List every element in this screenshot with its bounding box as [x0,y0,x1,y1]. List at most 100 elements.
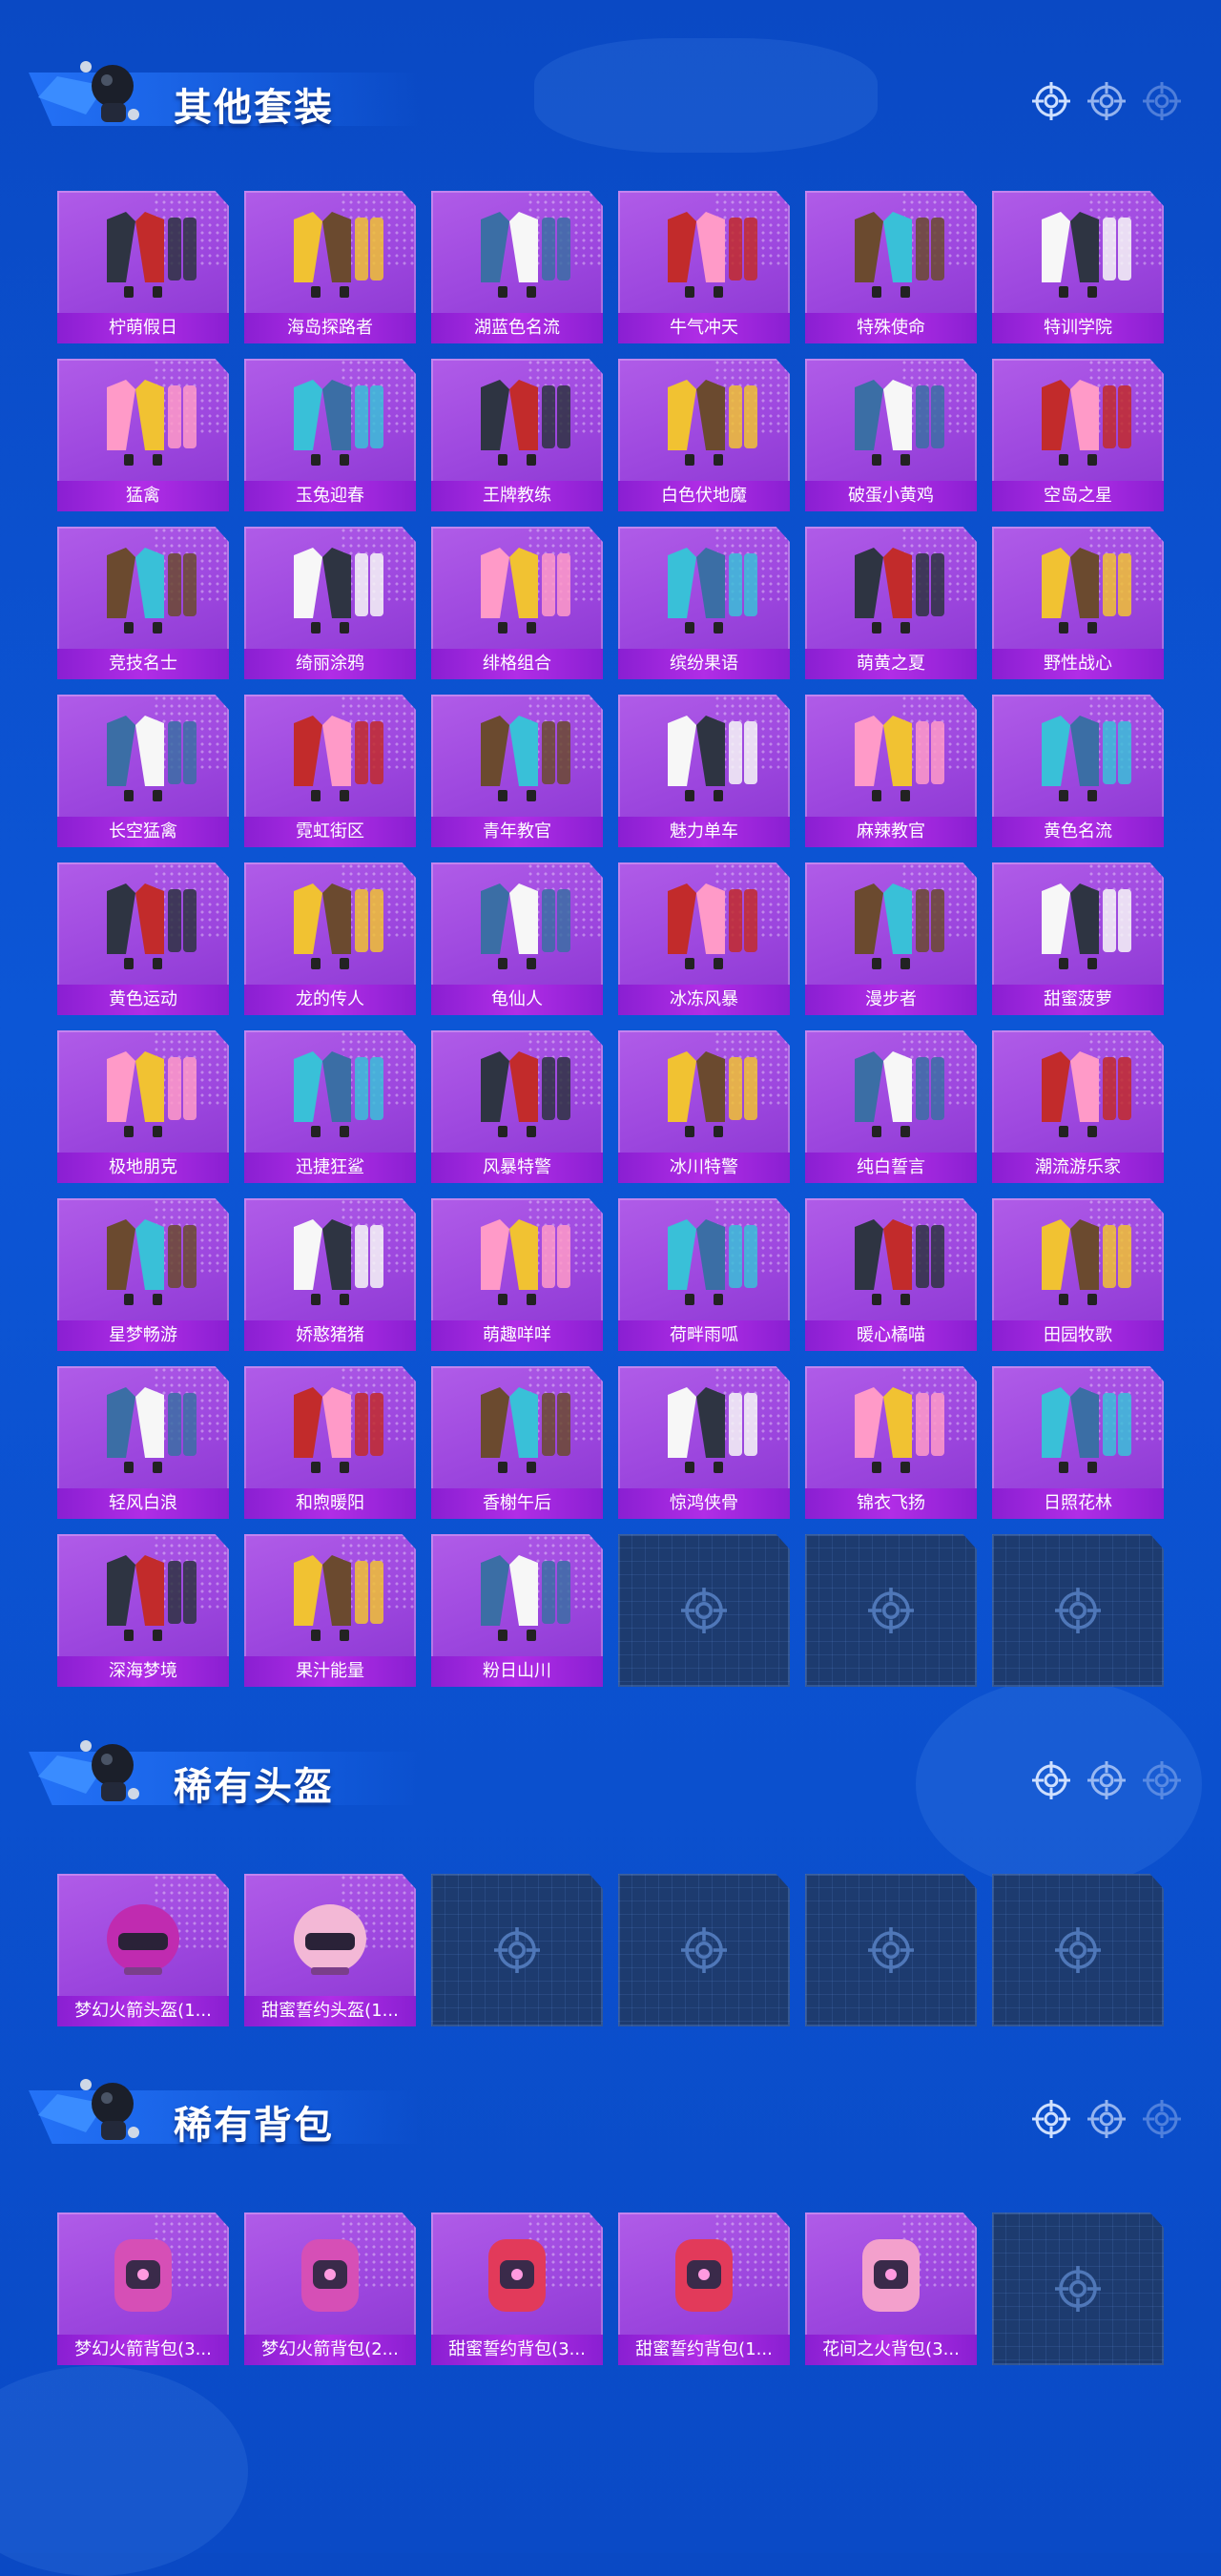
item-card[interactable]: 深海梦境 [57,1534,229,1687]
item-card[interactable]: 缤纷果语 [618,527,790,679]
item-label: 空岛之星 [992,481,1164,511]
item-card[interactable]: 特训学院 [992,191,1164,343]
item-label: 冰冻风暴 [618,985,790,1015]
item-label: 纯白誓言 [805,1153,977,1183]
item-label: 竞技名士 [57,649,229,679]
item-label: 和煦暖阳 [244,1488,416,1519]
item-card[interactable]: 破蛋小黄鸡 [805,359,977,511]
item-card[interactable]: 冰冻风暴 [618,862,790,1015]
item-card[interactable]: 暖心橘喵 [805,1198,977,1351]
empty-slot [992,1874,1164,2026]
item-label: 粉日山川 [431,1656,603,1687]
item-card[interactable]: 青年教官 [431,695,603,847]
item-card[interactable]: 荷畔雨呱 [618,1198,790,1351]
mascot-icon [38,61,139,122]
outfit-icon [1042,716,1131,801]
item-card[interactable]: 空岛之星 [992,359,1164,511]
backpack-icon [114,2239,172,2312]
item-card[interactable]: 甜蜜菠萝 [992,862,1164,1015]
item-card[interactable]: 田园牧歌 [992,1198,1164,1351]
item-label: 猛禽 [57,481,229,511]
item-card[interactable]: 和煦暖阳 [244,1366,416,1519]
item-card[interactable]: 甜蜜誓约背包(3... [431,2212,603,2365]
outfit-icon [1042,548,1131,634]
item-card[interactable]: 龙的传人 [244,862,416,1015]
item-card[interactable]: 梦幻火箭头盔(1... [57,1874,229,2026]
item-card[interactable]: 玉兔迎春 [244,359,416,511]
item-label: 绮丽涂鸦 [244,649,416,679]
item-label: 甜蜜誓约头盔(1... [244,1996,416,2026]
item-card[interactable]: 轻风白浪 [57,1366,229,1519]
item-label: 惊鸿侠骨 [618,1488,790,1519]
item-card[interactable]: 风暴特警 [431,1030,603,1183]
item-card[interactable]: 纯白誓言 [805,1030,977,1183]
item-card[interactable]: 香榭午后 [431,1366,603,1519]
item-card[interactable]: 果汁能量 [244,1534,416,1687]
crosshair-icon [494,1927,540,1973]
outfit-icon [855,1219,944,1305]
item-card[interactable]: 黄色名流 [992,695,1164,847]
outfit-icon [107,548,197,634]
item-card[interactable]: 日照花林 [992,1366,1164,1519]
item-label: 果汁能量 [244,1656,416,1687]
item-label: 黄色名流 [992,817,1164,847]
item-card[interactable]: 锦衣飞扬 [805,1366,977,1519]
item-card[interactable]: 湖蓝色名流 [431,191,603,343]
outfit-icon [668,1051,757,1137]
item-card[interactable]: 柠萌假日 [57,191,229,343]
item-card[interactable]: 惊鸿侠骨 [618,1366,790,1519]
item-card[interactable]: 霓虹街区 [244,695,416,847]
backpack-icon [488,2239,546,2312]
item-card[interactable]: 绯格组合 [431,527,603,679]
item-card[interactable]: 粉日山川 [431,1534,603,1687]
item-card[interactable]: 花间之火背包(3... [805,2212,977,2365]
item-card[interactable]: 牛气冲天 [618,191,790,343]
item-label: 冰川特警 [618,1153,790,1183]
outfit-icon [481,1051,570,1137]
outfit-icon [855,1051,944,1137]
item-card[interactable]: 魅力单车 [618,695,790,847]
outfit-icon [294,1387,383,1473]
item-card[interactable]: 冰川特警 [618,1030,790,1183]
item-card[interactable]: 萌趣咩咩 [431,1198,603,1351]
item-card[interactable]: 竞技名士 [57,527,229,679]
item-label: 特训学院 [992,313,1164,343]
item-label: 梦幻火箭背包(2... [244,2335,416,2365]
item-card[interactable]: 长空猛禽 [57,695,229,847]
item-card[interactable]: 麻辣教官 [805,695,977,847]
item-card[interactable]: 海岛探路者 [244,191,416,343]
item-card[interactable]: 萌黄之夏 [805,527,977,679]
helmet-icon [107,1904,179,1975]
item-card[interactable]: 野性战心 [992,527,1164,679]
item-card[interactable]: 特殊使命 [805,191,977,343]
crosshair-icon [868,1588,914,1633]
item-card[interactable]: 娇憨猪猪 [244,1198,416,1351]
item-card[interactable]: 潮流游乐家 [992,1030,1164,1183]
item-card[interactable]: 绮丽涂鸦 [244,527,416,679]
outfit-icon [107,212,197,298]
item-card[interactable]: 梦幻火箭背包(3... [57,2212,229,2365]
item-card[interactable]: 梦幻火箭背包(2... [244,2212,416,2365]
item-card[interactable]: 甜蜜誓约背包(1... [618,2212,790,2365]
item-label: 甜蜜誓约背包(3... [431,2335,603,2365]
outfit-icon [481,212,570,298]
item-card[interactable]: 迅捷狂鲨 [244,1030,416,1183]
backpack-grid: 梦幻火箭背包(3... 梦幻火箭背包(2... 甜蜜誓约背包(3... 甜蜜誓约背包(… [57,2212,1164,2365]
item-card[interactable]: 猛禽 [57,359,229,511]
outfit-icon [1042,1219,1131,1305]
item-card[interactable]: 星梦畅游 [57,1198,229,1351]
crosshair-icon [1143,82,1181,120]
item-card[interactable]: 王牌教练 [431,359,603,511]
item-card[interactable]: 甜蜜誓约头盔(1... [244,1874,416,2026]
item-card[interactable]: 龟仙人 [431,862,603,1015]
item-card[interactable]: 漫步者 [805,862,977,1015]
item-card[interactable]: 黄色运动 [57,862,229,1015]
item-label: 萌趣咩咩 [431,1320,603,1351]
section-other-outfits: 其他套装 柠萌假日 海岛探路者 湖蓝色名流 牛气冲天 特殊使命 特训学院 猛禽 玉兔迎春 王牌教… [0,38,1221,1698]
outfit-icon [481,380,570,466]
section-rare-helmets: 稀有头盔 梦幻火箭头盔(1... 甜蜜誓约头盔(1... [0,1717,1221,2042]
empty-slot [805,1874,977,2026]
item-card[interactable]: 白色伏地魔 [618,359,790,511]
outfit-icon [481,1555,570,1641]
item-card[interactable]: 极地朋克 [57,1030,229,1183]
